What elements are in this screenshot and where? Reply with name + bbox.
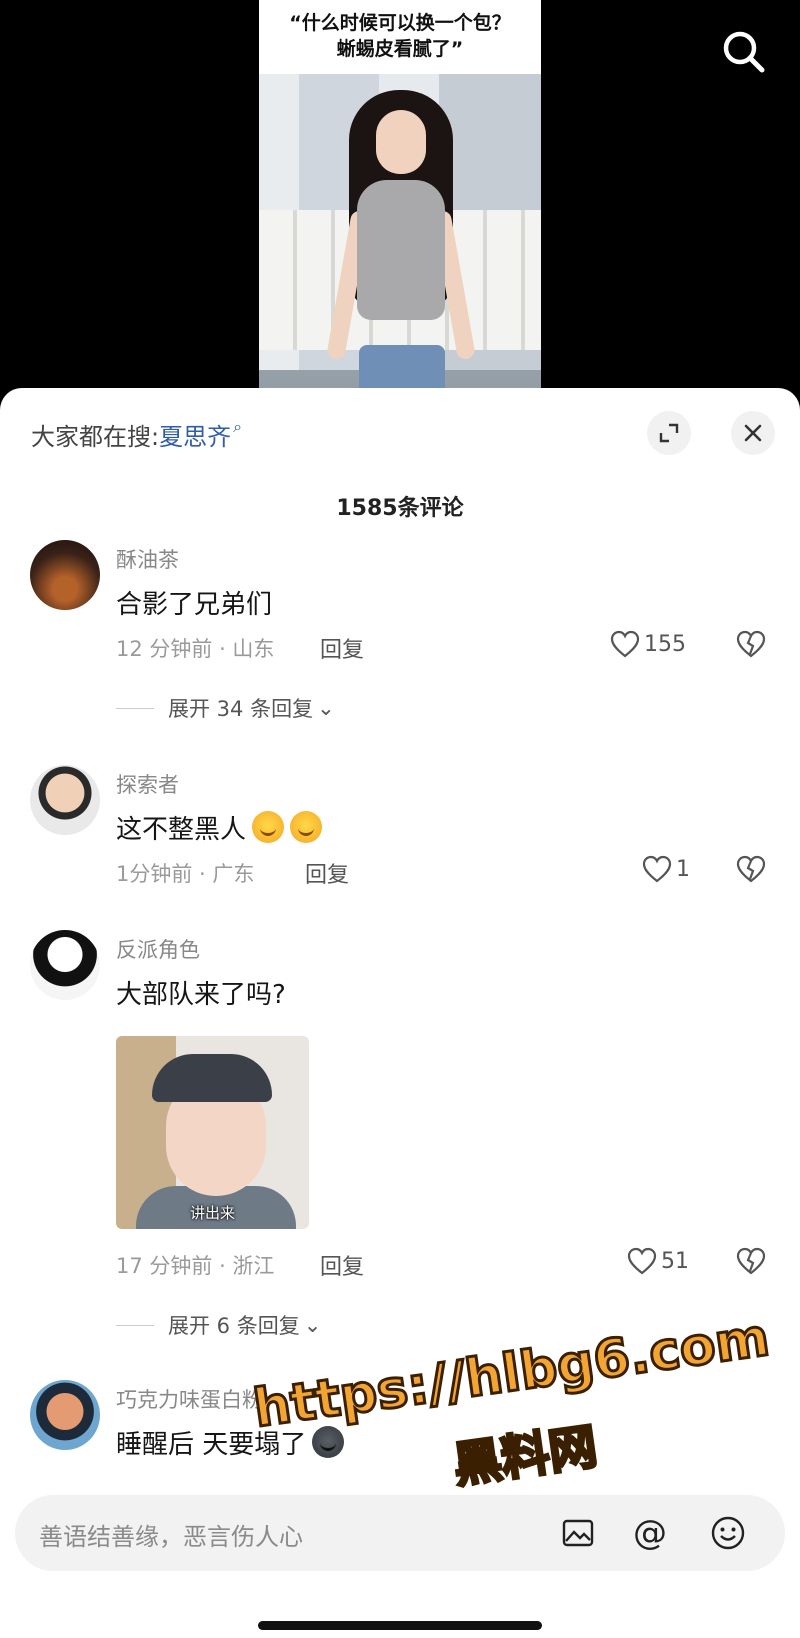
comment-text: 睡醒后 天要塌了 — [116, 1424, 345, 1461]
search-small-icon: ⌕ — [233, 417, 243, 436]
like-count: 1 — [676, 856, 690, 882]
trending-keyword[interactable]: 夏思齐 — [159, 423, 231, 451]
caption-line-1: “什么时候可以换一个包？ — [289, 12, 511, 34]
like-count: 51 — [661, 1248, 689, 1274]
caption-line-2: 蜥蜴皮看腻了” — [336, 38, 464, 60]
avatar[interactable] — [30, 930, 100, 1000]
divider — [116, 1324, 154, 1326]
mention-button[interactable]: @ — [630, 1513, 670, 1553]
dislike-button[interactable] — [736, 855, 766, 885]
comment-text: 这不整黑人 — [116, 809, 323, 846]
at-icon: @ — [633, 1513, 667, 1553]
comment-sheet: 大家都在搜:夏思齐 ⌕ 1585条评论 酥油茶 合影了兄弟们 12 分钟前 · 山… — [0, 388, 800, 1638]
comment-username[interactable]: 反派角色 — [116, 934, 200, 964]
dislike-button[interactable] — [736, 630, 766, 660]
broken-heart-icon — [736, 630, 766, 658]
comment-item: 酥油茶 合影了兄弟们 12 分钟前 · 山东 回复 155 展开 34 条回复 … — [0, 538, 800, 738]
comment-username[interactable]: 巧克力味蛋白粉 — [116, 1384, 263, 1414]
expand-replies[interactable]: 展开 6 条回复 ⌄ — [116, 1310, 321, 1340]
comment-text: 合影了兄弟们 — [116, 590, 273, 620]
chevron-down-icon: ⌄ — [303, 1313, 322, 1337]
comment-text-content: 这不整黑人 — [116, 815, 247, 845]
heart-icon — [627, 1247, 657, 1275]
emoji-button[interactable] — [708, 1513, 748, 1553]
trending-prefix: 大家都在搜: — [31, 423, 160, 451]
video-player[interactable]: “什么时候可以换一个包？ 蜥蜴皮看腻了” — [0, 0, 800, 400]
home-indicator[interactable] — [258, 1621, 542, 1630]
heart-icon — [610, 630, 640, 658]
search-icon — [723, 31, 765, 73]
heart-icon — [642, 855, 672, 883]
comment-item: 巧克力味蛋白粉 睡醒后 天要塌了 — [0, 1378, 800, 1478]
comment-item: 反派角色 大部队来了吗? 讲出来 17 分钟前 · 浙江 回复 51 展开 6 … — [0, 928, 800, 1348]
like-button[interactable]: 155 — [610, 630, 686, 658]
broken-heart-icon — [736, 1247, 766, 1275]
image-cap — [152, 1054, 272, 1102]
dislike-button[interactable] — [736, 1247, 766, 1277]
comment-image[interactable]: 讲出来 — [116, 1036, 309, 1229]
video-face — [376, 110, 426, 174]
smile-emoji-icon — [290, 811, 323, 843]
comment-item: 探索者 这不整黑人 1分钟前 · 广东 回复 1 — [0, 763, 800, 903]
like-button[interactable]: 51 — [627, 1247, 689, 1275]
video-person — [326, 90, 476, 400]
video-caption: “什么时候可以换一个包？ 蜥蜴皮看腻了” — [259, 0, 541, 74]
comment-text: 大部队来了吗? — [116, 980, 286, 1010]
reply-button[interactable]: 回复 — [305, 857, 349, 889]
comment-input-placeholder[interactable]: 善语结善缘，恶言伤人心 — [39, 1517, 303, 1552]
comment-username[interactable]: 酥油茶 — [116, 544, 179, 574]
broken-heart-icon — [736, 855, 766, 883]
expand-button[interactable] — [647, 411, 691, 455]
comment-count: 1585条评论 — [336, 496, 464, 521]
comment-meta: 17 分钟前 · 浙江 — [116, 1254, 275, 1278]
search-button[interactable] — [720, 28, 768, 76]
comment-username[interactable]: 探索者 — [116, 769, 179, 799]
comment-meta: 1分钟前 · 广东 — [116, 862, 255, 886]
dark-face-emoji-icon — [312, 1426, 345, 1458]
close-button[interactable] — [731, 411, 775, 455]
video-frame[interactable]: “什么时候可以换一个包？ 蜥蜴皮看腻了” — [259, 0, 541, 400]
emoji-icon — [711, 1516, 745, 1550]
expand-replies[interactable]: 展开 34 条回复 ⌄ — [116, 693, 335, 723]
like-count: 155 — [644, 631, 686, 657]
image-button[interactable] — [558, 1513, 598, 1553]
smile-emoji-icon — [252, 811, 285, 843]
image-icon — [562, 1519, 594, 1547]
avatar[interactable] — [30, 540, 100, 610]
close-icon — [744, 424, 762, 442]
chevron-down-icon: ⌄ — [317, 696, 335, 720]
expand-icon — [659, 423, 679, 443]
video-top — [357, 180, 445, 320]
expand-replies-label: 展开 6 条回复 — [168, 1314, 300, 1338]
avatar[interactable] — [30, 1380, 100, 1450]
like-button[interactable]: 1 — [642, 855, 690, 883]
comment-meta: 12 分钟前 · 山东 — [116, 637, 275, 661]
sheet-header: 大家都在搜:夏思齐 ⌕ 1585条评论 — [0, 388, 800, 521]
comment-input-bar[interactable]: 善语结善缘，恶言伤人心 @ — [15, 1495, 785, 1571]
comment-text-content: 睡醒后 天要塌了 — [116, 1430, 307, 1460]
expand-replies-label: 展开 34 条回复 — [168, 697, 314, 721]
trending-search[interactable]: 大家都在搜:夏思齐 ⌕ — [31, 417, 242, 452]
reply-button[interactable]: 回复 — [320, 632, 364, 664]
image-subtitle: 讲出来 — [189, 1204, 235, 1222]
avatar[interactable] — [30, 765, 100, 835]
reply-button[interactable]: 回复 — [320, 1249, 364, 1281]
divider — [116, 707, 154, 709]
